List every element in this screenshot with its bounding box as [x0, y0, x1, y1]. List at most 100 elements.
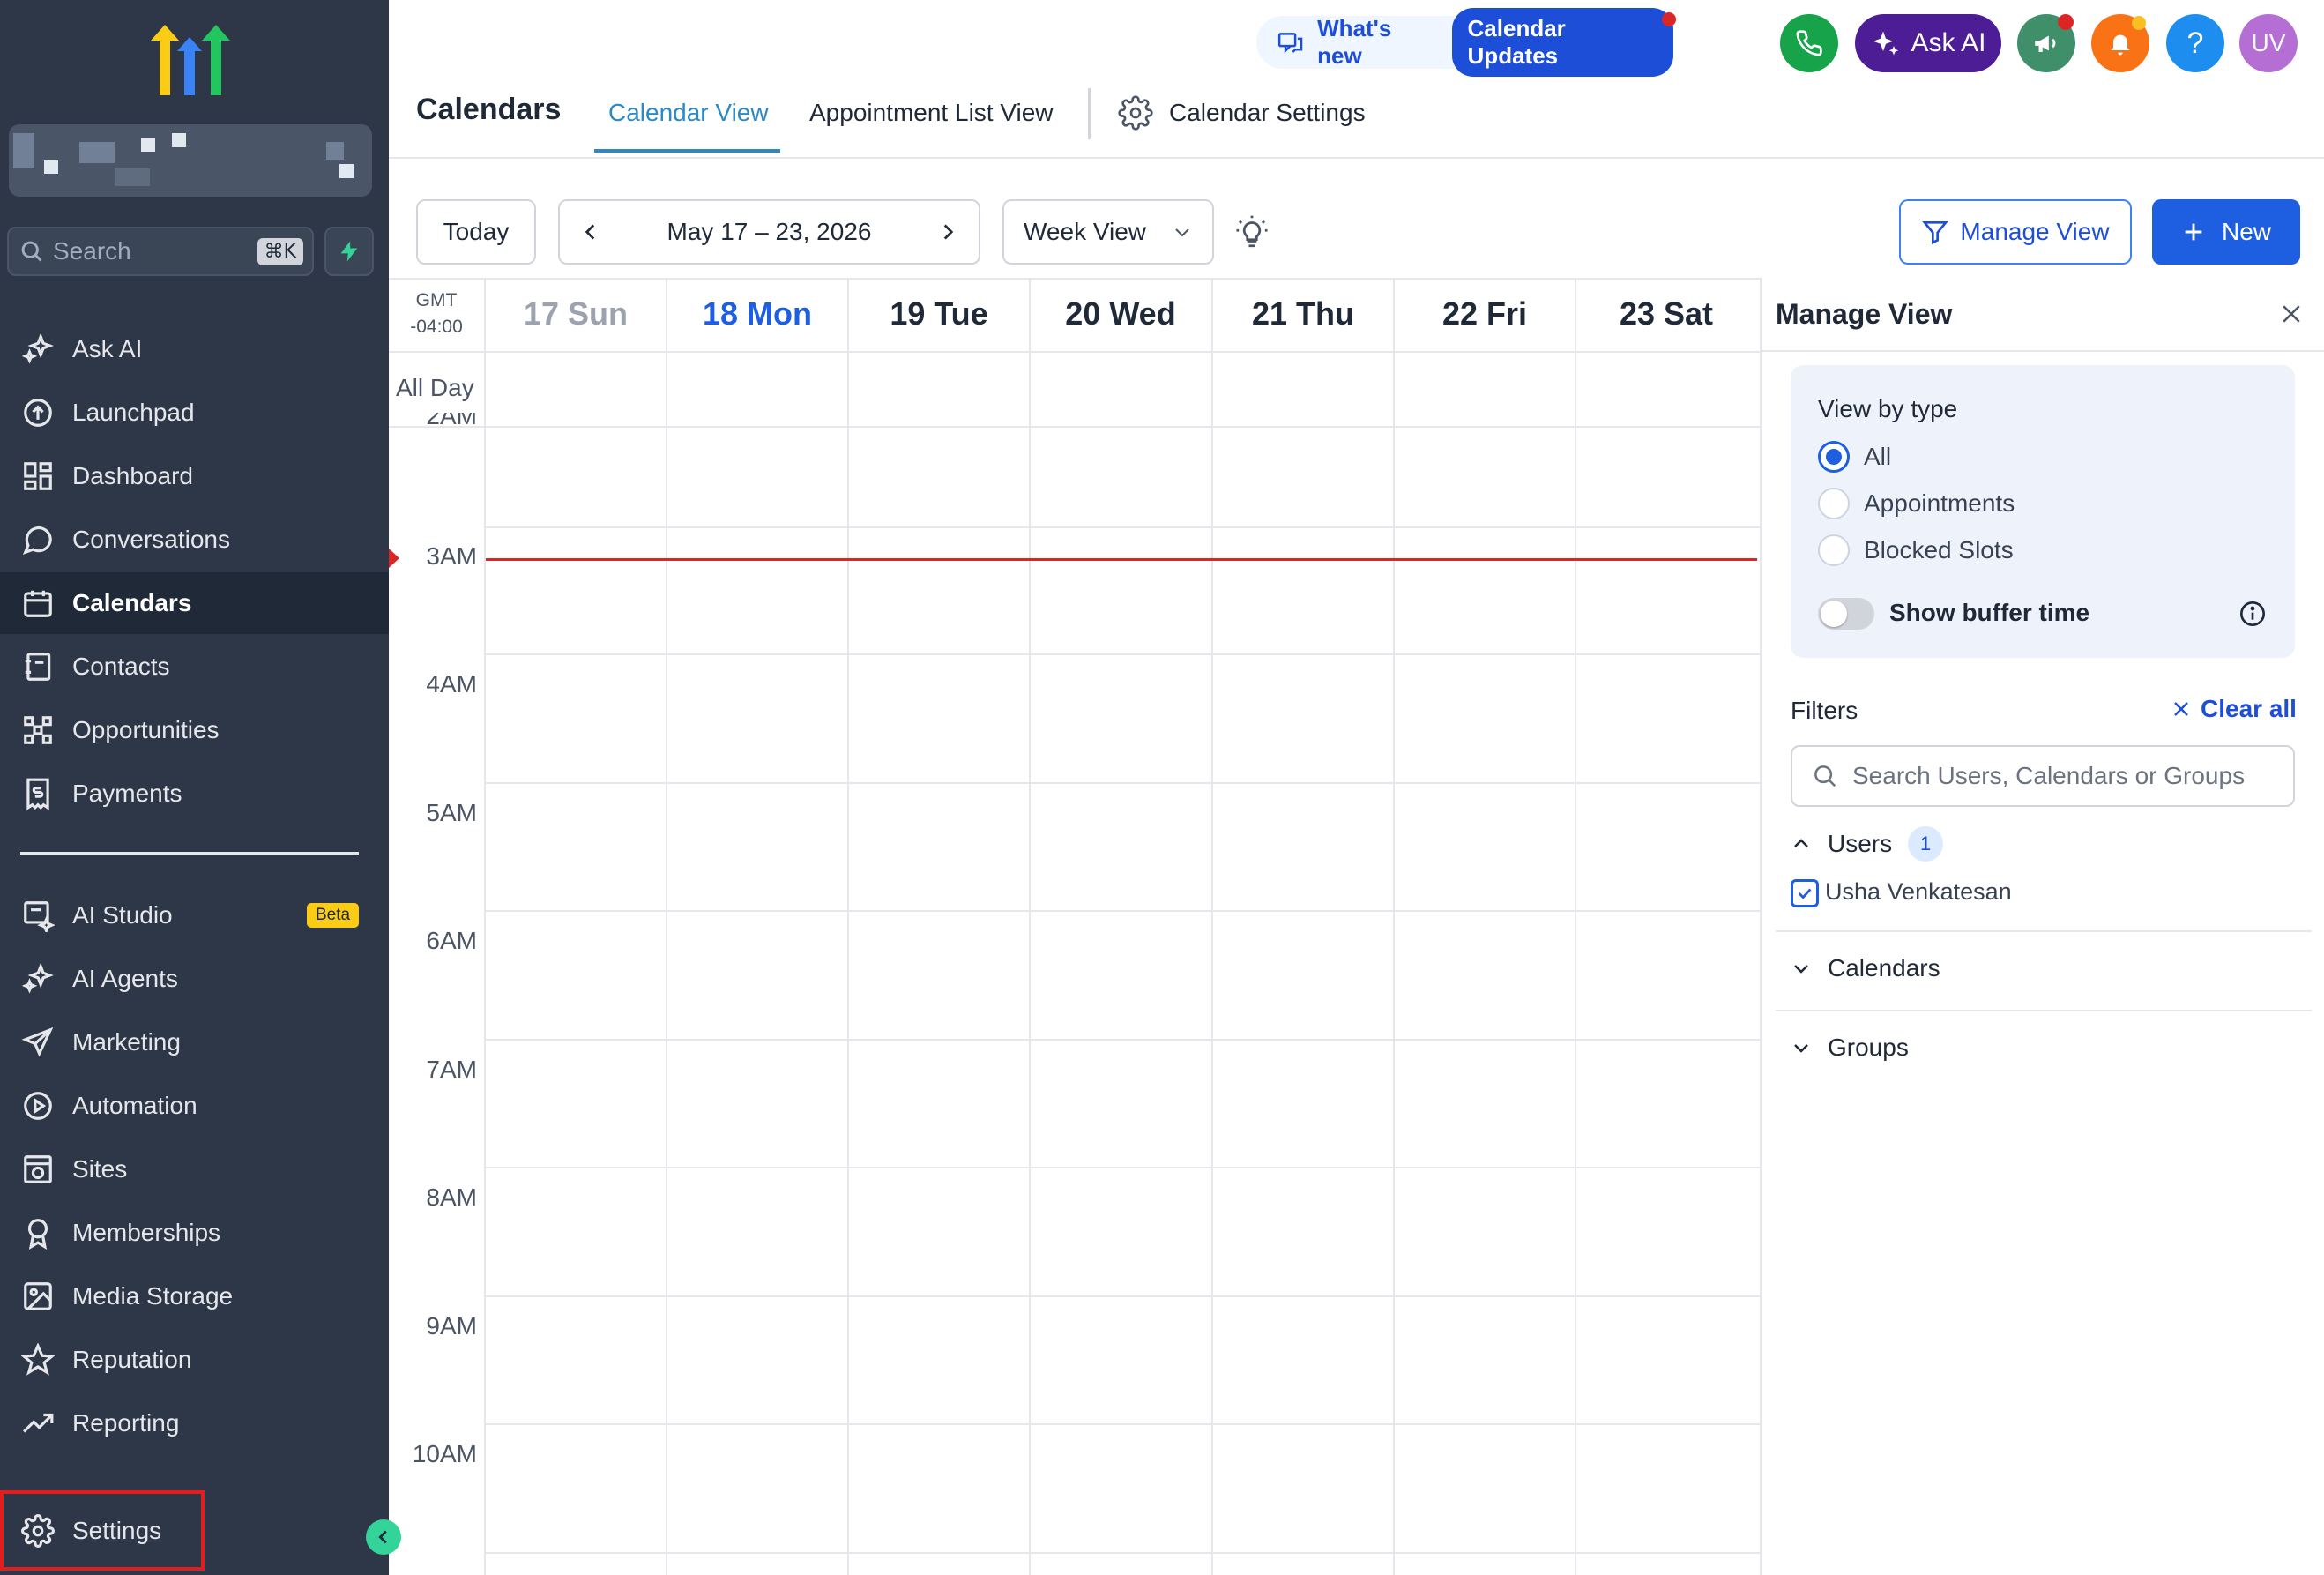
chevron-left-icon[interactable] [579, 220, 602, 243]
hour-line [486, 910, 1760, 912]
send-icon [21, 1026, 54, 1057]
sidebar-item-reporting[interactable]: Reporting [0, 1392, 389, 1454]
sidebar-divider [20, 852, 359, 855]
avatar-initials: UV [2251, 29, 2286, 56]
radio-blocked-slots[interactable] [1818, 534, 1850, 566]
calendar-updates-pill[interactable]: Calendar Updates [1451, 8, 1673, 77]
sidebar-item-marketing[interactable]: Marketing [0, 1011, 389, 1073]
day-header-mon[interactable]: 18 Mon [667, 295, 848, 332]
account-switcher[interactable] [9, 124, 372, 197]
week-grid[interactable] [389, 278, 1760, 1575]
sidebar-item-payments[interactable]: Payments [0, 763, 389, 825]
user-checkbox[interactable] [1791, 879, 1819, 907]
phone-button[interactable] [1780, 14, 1838, 72]
hour-line [486, 1039, 1760, 1041]
section-divider [1776, 1010, 2312, 1011]
radio-label-blocked-slots: Blocked Slots [1864, 536, 2014, 564]
sidebar: ⌘K Ask AI Launchpad Dashboard Conversati… [0, 0, 401, 1575]
app-logo[interactable] [145, 25, 234, 99]
new-button[interactable]: New [2152, 199, 2300, 265]
sidebar-item-dashboard[interactable]: Dashboard [0, 445, 389, 507]
date-range-label: May 17 – 23, 2026 [667, 218, 872, 245]
filter-search-input[interactable] [1852, 762, 2258, 790]
sidebar-item-media-storage[interactable]: Media Storage [0, 1265, 389, 1327]
sidebar-search[interactable]: ⌘K [7, 227, 314, 276]
manage-view-button[interactable]: Manage View [1899, 199, 2132, 265]
chevron-right-icon[interactable] [936, 220, 959, 243]
help-button[interactable]: ? [2166, 14, 2224, 72]
opportunities-icon [24, 716, 52, 744]
plus-icon [2185, 223, 2202, 241]
chevron-up-icon [1794, 839, 1808, 847]
sidebar-item-calendars[interactable]: Calendars [0, 572, 389, 634]
sidebar-item-launchpad[interactable]: Launchpad [0, 382, 389, 444]
filter-search[interactable] [1791, 745, 2295, 807]
whats-new-banner[interactable]: What's new Calendar Updates [1256, 8, 1673, 77]
quick-action-button[interactable] [324, 227, 374, 276]
sidebar-item-automation[interactable]: Automation [0, 1075, 389, 1137]
lightbulb-button[interactable] [1233, 213, 1270, 250]
sidebar-item-label: AI Studio [72, 901, 173, 929]
tab-label: Calendar Settings [1169, 99, 1366, 126]
sidebar-search-input[interactable] [53, 237, 249, 265]
automation-icon [24, 1092, 52, 1120]
tab-appointment-list-view[interactable]: Appointment List View [809, 99, 1054, 127]
timezone-gmt: GMT [415, 290, 458, 310]
day-header-fri[interactable]: 22 Fri [1394, 295, 1575, 332]
user-avatar[interactable]: UV [2239, 14, 2298, 72]
sidebar-item-label: Memberships [72, 1219, 221, 1246]
today-label: Today [443, 218, 510, 245]
sidebar-item-conversations[interactable]: Conversations [0, 509, 389, 571]
hour-label: 8AM [426, 1183, 477, 1211]
star-icon [21, 1343, 55, 1376]
sidebar-item-label: Contacts [72, 653, 170, 680]
tab-calendar-settings[interactable]: Calendar Settings [1118, 95, 1366, 131]
notification-dot [1662, 12, 1676, 26]
page-title: Calendars [416, 93, 562, 126]
day-header-tue[interactable]: 19 Tue [848, 295, 1030, 332]
day-header-sun[interactable]: 17 Sun [485, 295, 667, 332]
sidebar-item-reputation[interactable]: Reputation [0, 1329, 389, 1391]
sidebar-item-memberships[interactable]: Memberships [0, 1202, 389, 1264]
ask-ai-button[interactable]: Ask AI [1855, 14, 2001, 72]
info-button[interactable] [2238, 600, 2267, 628]
view-select[interactable]: Week View [1002, 199, 1214, 265]
sidebar-item-ai-studio[interactable]: AI Studio Beta [0, 885, 389, 946]
today-button[interactable]: Today [416, 199, 536, 265]
sparkle-icon [1873, 31, 1899, 56]
sidebar-item-label: AI Agents [72, 965, 178, 992]
hour-label: 9AM [426, 1312, 477, 1340]
buffer-time-toggle[interactable] [1818, 598, 1874, 630]
sidebar-item-sites[interactable]: Sites [0, 1138, 389, 1200]
groups-section-toggle[interactable]: Groups [1791, 1034, 1909, 1062]
users-section-toggle[interactable]: Users 1 [1791, 826, 1944, 862]
sidebar-item-opportunities[interactable]: Opportunities [0, 699, 389, 761]
sidebar-item-label: Reporting [72, 1409, 180, 1437]
sidebar-item-label: Media Storage [72, 1282, 234, 1310]
clear-all-button[interactable]: Clear all [2171, 695, 2297, 723]
radio-appointments[interactable] [1818, 488, 1850, 519]
search-icon [21, 241, 42, 262]
calendars-section-toggle[interactable]: Calendars [1791, 954, 1940, 982]
radio-label-appointments: Appointments [1864, 489, 2015, 517]
close-panel-button[interactable] [2278, 301, 2305, 327]
megaphone-icon [2035, 35, 2056, 52]
day-header-sat[interactable]: 23 Sat [1575, 295, 1757, 332]
sidebar-item-ai-agents[interactable]: AI Agents [0, 948, 389, 1010]
hour-label: 5AM [426, 799, 477, 826]
info-icon [2240, 601, 2265, 626]
radio-all[interactable] [1818, 441, 1850, 473]
users-label: Users [1828, 830, 1893, 857]
ai-studio-icon [24, 901, 55, 932]
day-header-thu[interactable]: 21 Thu [1212, 295, 1394, 332]
beta-badge: Beta [307, 903, 360, 928]
whats-new-label: What's new [1317, 15, 1392, 69]
sidebar-item-ask-ai[interactable]: Ask AI [0, 318, 389, 380]
sidebar-item-contacts[interactable]: Contacts [0, 636, 389, 698]
hour-label: 3AM [426, 542, 477, 570]
tab-calendar-view[interactable]: Calendar View [608, 99, 769, 127]
column-line [1029, 280, 1031, 1575]
active-tab-indicator [594, 149, 780, 153]
day-header-wed[interactable]: 20 Wed [1030, 295, 1211, 332]
lightning-icon [340, 241, 358, 262]
